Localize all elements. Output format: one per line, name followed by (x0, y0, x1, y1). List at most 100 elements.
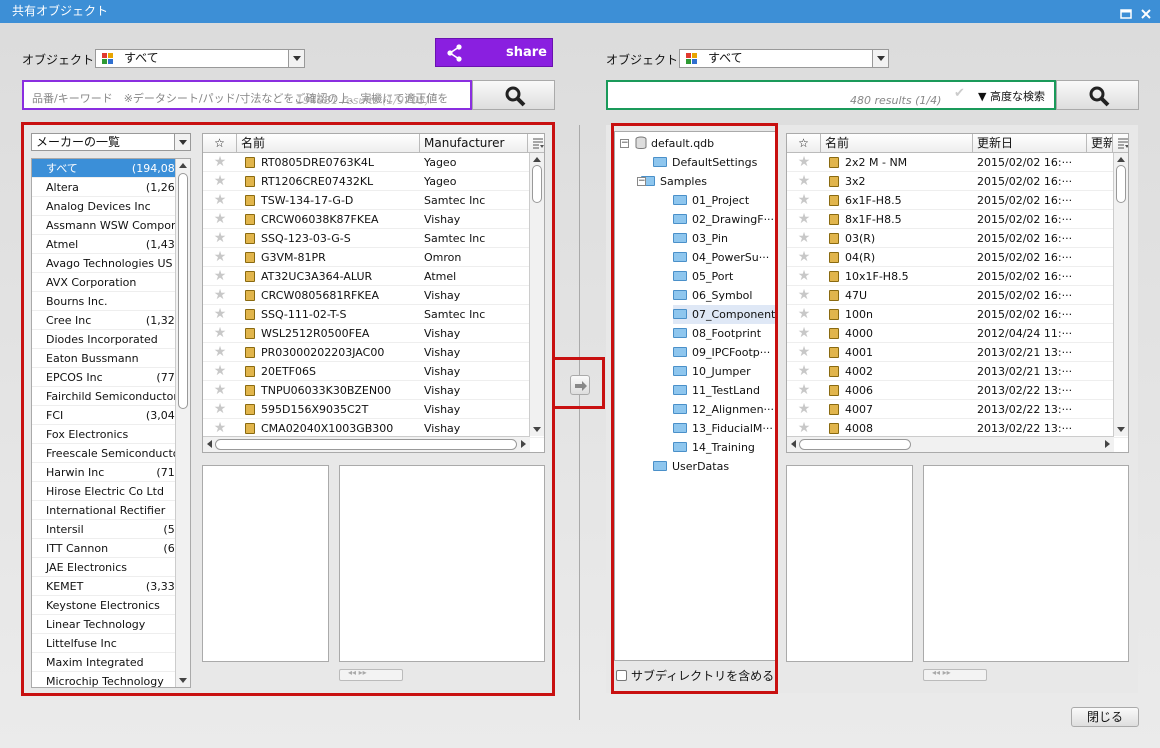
star-icon[interactable]: ★ (787, 267, 821, 286)
grid-scrollbar-h[interactable] (203, 436, 530, 452)
table-row[interactable]: ★ 4000 2012/04/24 11:··· (787, 324, 1128, 343)
maker-item[interactable]: ITT Cannon(63) (32, 539, 190, 558)
header-manufacturer[interactable]: Manufacturer (420, 134, 528, 152)
tree-root[interactable]: default.qdb (635, 134, 714, 153)
table-row[interactable]: ★ 6x1F-H8.5 2015/02/02 16:··· (787, 191, 1128, 210)
star-icon[interactable]: ★ (787, 362, 821, 381)
tree-folder[interactable]: UserDatas (653, 457, 729, 476)
star-icon[interactable]: ★ (203, 153, 237, 172)
table-row[interactable]: ★ G3VM-81PR Omron (203, 248, 544, 267)
maker-item[interactable]: Intersil(51) (32, 520, 190, 539)
object-combo-left[interactable]: すべて (95, 49, 305, 68)
maker-item[interactable]: JAE Electronics (32, 558, 190, 577)
tree-folder[interactable]: 08_Footprint (673, 324, 761, 343)
star-icon[interactable]: ★ (203, 324, 237, 343)
table-row[interactable]: ★ 4001 2013/02/21 13:··· (787, 343, 1128, 362)
table-row[interactable]: ★ 100n 2015/02/02 16:··· (787, 305, 1128, 324)
star-icon[interactable]: ★ (203, 286, 237, 305)
tree-folder[interactable]: 03_Pin (673, 229, 728, 248)
maker-item[interactable]: International Rectifier (32, 501, 190, 520)
scroll-up-icon[interactable] (179, 163, 187, 168)
tree-folder[interactable]: DefaultSettings (653, 153, 757, 172)
star-icon[interactable]: ★ (787, 191, 821, 210)
share-button[interactable]: share (435, 38, 553, 67)
table-row[interactable]: ★ 4007 2013/02/22 13:··· (787, 400, 1128, 419)
star-icon[interactable]: ★ (203, 191, 237, 210)
star-icon[interactable]: ★ (203, 362, 237, 381)
header-name[interactable]: 名前 (821, 134, 973, 152)
table-row[interactable]: ★ RT0805DRE0763K4L Yageo (203, 153, 544, 172)
maker-item[interactable]: すべて (194,081) (32, 159, 190, 178)
maker-list[interactable]: すべて (194,081) Altera (1,269) Analog Devices … (31, 158, 191, 688)
maker-item[interactable]: Littelfuse Inc (32, 634, 190, 653)
tree-folder[interactable]: 02_DrawingF··· (673, 210, 774, 229)
star-icon[interactable]: ★ (787, 172, 821, 191)
table-row[interactable]: ★ 20ETF06S Vishay (203, 362, 544, 381)
tree-folder[interactable]: 05_Port (673, 267, 733, 286)
table-row[interactable]: ★ AT32UC3A364-ALUR Atmel (203, 267, 544, 286)
maximize-icon[interactable] (1120, 5, 1132, 19)
star-icon[interactable]: ★ (787, 381, 821, 400)
star-icon[interactable]: ★ (203, 210, 237, 229)
parts-grid-left[interactable]: ☆ 名前 Manufacturer ★ RT0805DRE0763K4L Yageo… (202, 133, 545, 453)
maker-item[interactable]: Atmel (1,437) (32, 235, 190, 254)
grid-scrollbar-v[interactable] (529, 153, 544, 436)
tree-folder[interactable]: 10_Jumper (673, 362, 751, 381)
parts-grid-right[interactable]: ☆ 名前 更新日 更新 ★ 2x2 M - NM 2015/02/02 16:···… (786, 133, 1129, 453)
tree-folder[interactable]: 09_IPCFootp··· (673, 343, 770, 362)
search-button-right[interactable] (1056, 80, 1139, 110)
table-row[interactable]: ★ WSL2512R0500FEA Vishay (203, 324, 544, 343)
preview-pager-right[interactable]: ◂◂ ▸▸ (923, 668, 987, 681)
maker-item[interactable]: Hirose Electric Co Ltd (32, 482, 190, 501)
object-combo-right[interactable]: すべて (679, 49, 889, 68)
table-row[interactable]: ★ PR03000202203JAC00 Vishay (203, 343, 544, 362)
tree-folder[interactable]: 11_TestLand (673, 381, 760, 400)
maker-item[interactable]: Cree Inc (1,322) (32, 311, 190, 330)
maker-item[interactable]: Assmann WSW Components (32, 216, 190, 235)
tree-folder[interactable]: 01_Project (673, 191, 749, 210)
maker-combo[interactable]: メーカーの一覧 (31, 133, 191, 151)
star-icon[interactable]: ★ (203, 381, 237, 400)
tree-folder[interactable]: 07_Component (673, 305, 775, 324)
maker-item[interactable]: EPCOS Inc (778) (32, 368, 190, 387)
tree-folder[interactable]: Samples (641, 172, 707, 191)
star-icon[interactable]: ★ (787, 400, 821, 419)
header-star[interactable]: ☆ (787, 134, 821, 152)
maker-item[interactable]: KEMET (3,335) (32, 577, 190, 596)
maker-item[interactable]: Fairchild Semiconductor (32, 387, 190, 406)
maker-item[interactable]: Bourns Inc. (32, 292, 190, 311)
close-button[interactable]: 閉じる (1071, 707, 1139, 727)
table-row[interactable]: ★ 47U 2015/02/02 16:··· (787, 286, 1128, 305)
maker-item[interactable]: Harwin Inc (719) (32, 463, 190, 482)
table-row[interactable]: ★ 03(R) 2015/02/02 16:··· (787, 229, 1128, 248)
grid-scrollbar-v[interactable] (1113, 153, 1128, 436)
header-updated-2[interactable]: 更新 (1087, 134, 1112, 152)
maker-item[interactable]: Avago Technologies US (32, 254, 190, 273)
table-row[interactable]: ★ 595D156X9035C2T Vishay (203, 400, 544, 419)
table-row[interactable]: ★ 2x2 M - NM 2015/02/02 16:··· (787, 153, 1128, 172)
star-icon[interactable]: ★ (787, 305, 821, 324)
maker-item[interactable]: Fox Electronics (32, 425, 190, 444)
star-icon[interactable]: ★ (787, 343, 821, 362)
maker-list-scrollbar[interactable] (175, 159, 190, 687)
collapse-icon[interactable]: − (620, 139, 629, 148)
star-icon[interactable]: ★ (203, 400, 237, 419)
star-icon[interactable]: ★ (203, 248, 237, 267)
star-icon[interactable]: ★ (203, 229, 237, 248)
table-row[interactable]: ★ SSQ-123-03-G-S Samtec Inc (203, 229, 544, 248)
header-star[interactable]: ☆ (203, 134, 237, 152)
folder-tree[interactable]: − default.qdb DefaultSettings Samples −01_… (614, 131, 776, 661)
star-icon[interactable]: ★ (787, 153, 821, 172)
header-name[interactable]: 名前 (237, 134, 420, 152)
search-input-right[interactable]: 480 results (1/4) ✔ ▼ 高度な検索 (606, 80, 1056, 110)
chevron-down-icon[interactable] (872, 50, 888, 67)
maker-item[interactable]: Keystone Electronics (32, 596, 190, 615)
table-row[interactable]: ★ 3x2 2015/02/02 16:··· (787, 172, 1128, 191)
maker-item[interactable]: Altera (1,269) (32, 178, 190, 197)
star-icon[interactable]: ★ (203, 305, 237, 324)
table-row[interactable]: ★ TSW-134-17-G-D Samtec Inc (203, 191, 544, 210)
maker-item[interactable]: Analog Devices Inc (32, 197, 190, 216)
table-row[interactable]: ★ TNPU06033K30BZEN00 Vishay (203, 381, 544, 400)
table-row[interactable]: ★ CRCW0805681RFKEA Vishay (203, 286, 544, 305)
table-row[interactable]: ★ 10x1F-H8.5 2015/02/02 16:··· (787, 267, 1128, 286)
